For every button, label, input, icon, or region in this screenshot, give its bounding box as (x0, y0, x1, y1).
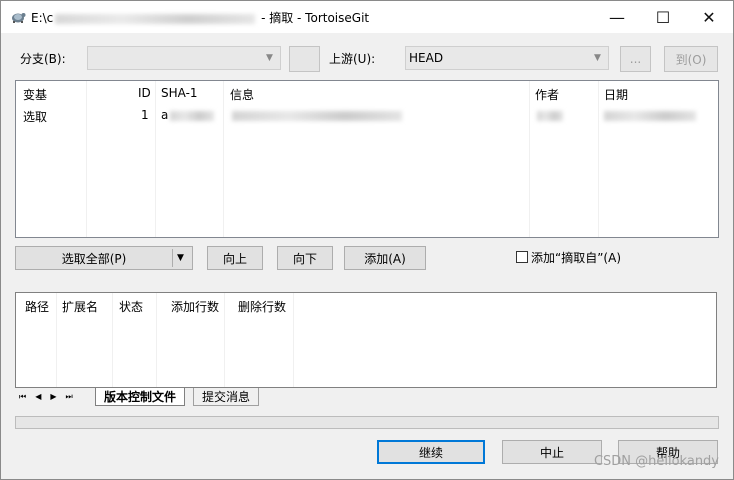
split-divider (172, 249, 173, 267)
column-header-date[interactable]: 日期 (604, 86, 628, 103)
cherry-pick-dialog: E:\c - 摘取 - TortoiseGit — ☐ ✕ 分支(B): ▼ 上… (0, 0, 734, 480)
move-down-button[interactable]: 向下 (277, 246, 333, 270)
maximize-button[interactable]: ☐ (640, 1, 686, 33)
branch-browse-button[interactable] (289, 46, 320, 72)
column-header-lines-added[interactable]: 添加行数 (171, 298, 219, 315)
chevron-down-icon: ▼ (266, 53, 273, 63)
title-bar[interactable]: E:\c - 摘取 - TortoiseGit — ☐ ✕ (1, 1, 733, 33)
column-header-sha1[interactable]: SHA-1 (161, 86, 198, 100)
column-header-author[interactable]: 作者 (535, 86, 559, 103)
upstream-browse-button[interactable]: ... (620, 46, 651, 72)
column-header-extension[interactable]: 扩展名 (62, 298, 98, 315)
row-author (537, 108, 563, 122)
tab-commit-message[interactable]: 提交消息 (193, 388, 260, 406)
redacted-message (232, 110, 402, 121)
tortoisegit-app-icon (12, 13, 26, 23)
row-action: 选取 (23, 110, 48, 124)
select-all-split-button[interactable]: 选取全部(P) ▼ (15, 246, 193, 270)
continue-button[interactable]: 继续 (377, 440, 485, 464)
column-header-message[interactable]: 信息 (230, 86, 254, 103)
column-divider (224, 293, 225, 387)
sha-prefix: a (161, 108, 169, 122)
row-message (232, 108, 402, 122)
close-button[interactable]: ✕ (686, 1, 732, 33)
upstream-select[interactable]: HEAD ▼ (405, 46, 609, 70)
to-button[interactable]: 到(O) (664, 46, 718, 72)
branch-label: 分支(B): (20, 52, 66, 66)
redacted-author (537, 110, 563, 121)
window-title: E:\c - 摘取 - TortoiseGit (31, 9, 369, 26)
add-cherry-pick-from-label: 添加“摘取自”(A) (531, 251, 622, 265)
title-suffix: - 摘取 - TortoiseGit (257, 11, 370, 25)
redacted-path (55, 13, 256, 24)
commit-list[interactable]: 变基 ID SHA-1 信息 作者 日期 选取 1 a (15, 80, 719, 238)
versioned-files-list[interactable]: 路径 扩展名 状态 添加行数 删除行数 (15, 292, 717, 388)
redacted-date (604, 110, 696, 121)
select-all-label: 选取全部(P) (61, 251, 127, 266)
branch-select[interactable]: ▼ (87, 46, 281, 70)
tab-versioned-files[interactable]: 版本控制文件 (95, 388, 186, 406)
column-divider (156, 293, 157, 387)
title-path: E:\c (31, 11, 54, 25)
redacted-sha (170, 110, 215, 121)
column-divider (155, 81, 156, 237)
chevron-down-icon[interactable]: ▼ (177, 253, 184, 263)
row-sha: a (161, 108, 215, 122)
chevron-down-icon: ▼ (594, 53, 601, 63)
column-divider (86, 81, 87, 237)
column-divider (598, 81, 599, 237)
column-header-path[interactable]: 路径 (25, 298, 49, 315)
add-cherry-pick-from-checkbox[interactable] (516, 251, 528, 263)
watermark: CSDN @hellokandy (593, 454, 719, 469)
row-date (604, 108, 696, 122)
column-header-rebase[interactable]: 变基 (23, 86, 47, 103)
move-up-button[interactable]: 向上 (207, 246, 263, 270)
minimize-button[interactable]: — (594, 1, 640, 33)
abort-button[interactable]: 中止 (502, 440, 602, 464)
first-tab-icon[interactable]: ⏮ (19, 392, 35, 401)
column-header-id[interactable]: ID (138, 86, 151, 100)
progress-bar (15, 416, 719, 429)
add-button[interactable]: 添加(A) (344, 246, 426, 270)
tab-scroll-controls: ⏮◀▶⏭ (19, 392, 82, 402)
column-divider (112, 293, 113, 387)
upstream-label: 上游(U): (329, 52, 376, 66)
column-divider (293, 293, 294, 387)
column-divider (56, 293, 57, 387)
column-divider (223, 81, 224, 237)
row-id: 1 (141, 108, 149, 122)
last-tab-icon[interactable]: ⏭ (66, 392, 82, 401)
upstream-value: HEAD (409, 51, 444, 65)
column-divider (529, 81, 530, 237)
column-header-lines-removed[interactable]: 删除行数 (238, 298, 286, 315)
column-header-status[interactable]: 状态 (119, 298, 143, 315)
next-tab-icon[interactable]: ▶ (50, 392, 65, 401)
previous-tab-icon[interactable]: ◀ (35, 392, 50, 401)
